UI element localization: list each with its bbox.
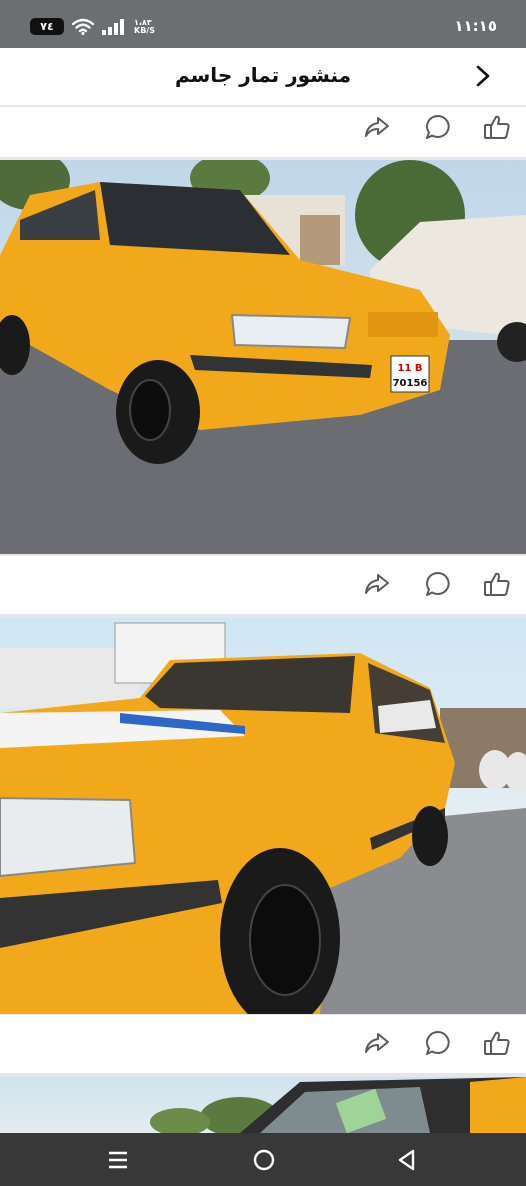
comment-bubble-icon[interactable] xyxy=(424,113,452,141)
post-photo-3[interactable] xyxy=(0,1077,526,1133)
post-photo-1[interactable]: 11 B 70156 xyxy=(0,160,526,554)
share-arrow-icon[interactable] xyxy=(363,570,391,598)
network-speed: ١،٨٣ KB/S xyxy=(134,18,155,35)
home-circle-icon[interactable] xyxy=(249,1145,279,1175)
comment-bubble-icon[interactable] xyxy=(424,570,452,598)
page-title: منشور تمار جاسم xyxy=(174,63,352,87)
post-actions-3 xyxy=(0,1015,526,1073)
battery-indicator: ٧٤ xyxy=(30,18,64,35)
post-actions-1 xyxy=(0,107,526,157)
comment-bubble-icon[interactable] xyxy=(424,1029,452,1057)
post-header: منشور تمار جاسم xyxy=(0,48,526,106)
status-time: ١١:١٥ xyxy=(454,17,497,35)
share-arrow-icon[interactable] xyxy=(363,113,391,141)
share-arrow-icon[interactable] xyxy=(363,1029,391,1057)
thumbs-up-icon[interactable] xyxy=(483,1029,511,1057)
post-actions-2 xyxy=(0,556,526,614)
recent-apps-icon[interactable] xyxy=(103,1145,133,1175)
signal-icon xyxy=(102,18,124,35)
network-speed-unit: KB/S xyxy=(134,25,155,35)
license-plate-top: 11 B xyxy=(397,363,422,374)
status-bar: ٧٤ ١،٨٣ KB/S ١١:١٥ xyxy=(0,0,526,48)
car-illustration xyxy=(150,1077,526,1133)
wifi-icon xyxy=(72,18,94,35)
license-plate-bottom: 70156 xyxy=(393,378,428,389)
car-illustration xyxy=(0,622,526,1014)
status-left: ٧٤ ١،٨٣ KB/S xyxy=(30,18,155,35)
chevron-right-icon[interactable] xyxy=(473,64,493,88)
system-nav-bar xyxy=(0,1133,526,1186)
back-triangle-icon[interactable] xyxy=(392,1145,422,1175)
post-photo-2[interactable] xyxy=(0,618,526,1014)
thumbs-up-icon[interactable] xyxy=(483,570,511,598)
car-illustration: 11 B 70156 xyxy=(0,160,526,464)
thumbs-up-icon[interactable] xyxy=(483,113,511,141)
